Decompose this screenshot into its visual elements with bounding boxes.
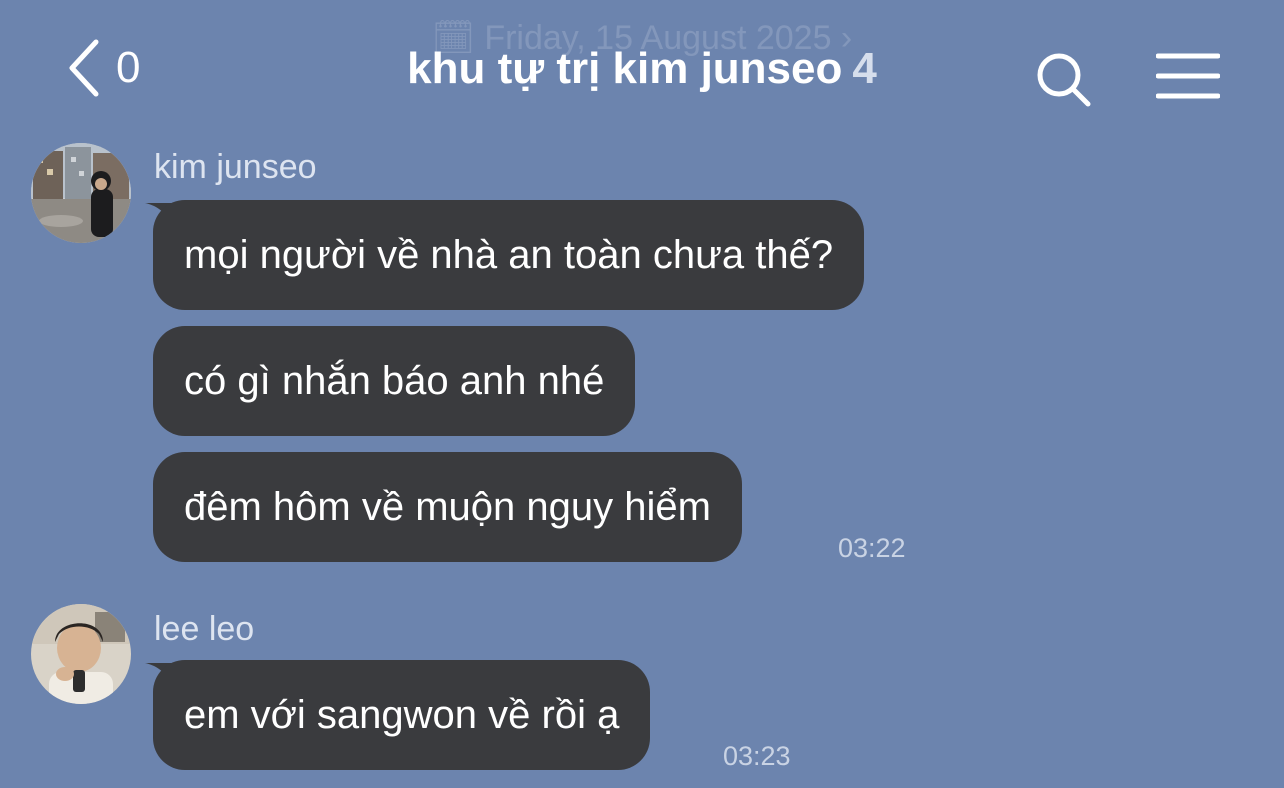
avatar[interactable] bbox=[31, 143, 131, 243]
avatar-photo bbox=[31, 143, 131, 243]
message-bubble[interactable]: mọi người về nhà an toàn chưa thế? bbox=[153, 200, 865, 310]
message-timestamp: 03:23 bbox=[723, 741, 791, 771]
chat-title: khu tự trị kim junseo bbox=[407, 44, 843, 93]
message-timestamp: 03:22 bbox=[838, 533, 906, 563]
menu-button[interactable] bbox=[1155, 52, 1221, 107]
hamburger-menu-icon bbox=[1155, 53, 1221, 99]
sender-name: kim junseo bbox=[154, 148, 317, 186]
message-bubble[interactable]: có gì nhắn báo anh nhé bbox=[153, 326, 636, 436]
chat-header: 0 khu tự trị kim junseo 4 bbox=[0, 0, 1284, 130]
search-button[interactable] bbox=[1034, 50, 1094, 115]
member-count: 4 bbox=[852, 44, 877, 93]
message-bubble[interactable]: đêm hôm về muộn nguy hiểm bbox=[153, 452, 742, 562]
sender-name: lee leo bbox=[154, 610, 255, 648]
message-bubble[interactable]: em với sangwon về rồi ạ bbox=[153, 660, 651, 770]
avatar-photo bbox=[31, 604, 131, 704]
search-icon bbox=[1037, 53, 1091, 107]
avatar[interactable] bbox=[31, 604, 131, 704]
